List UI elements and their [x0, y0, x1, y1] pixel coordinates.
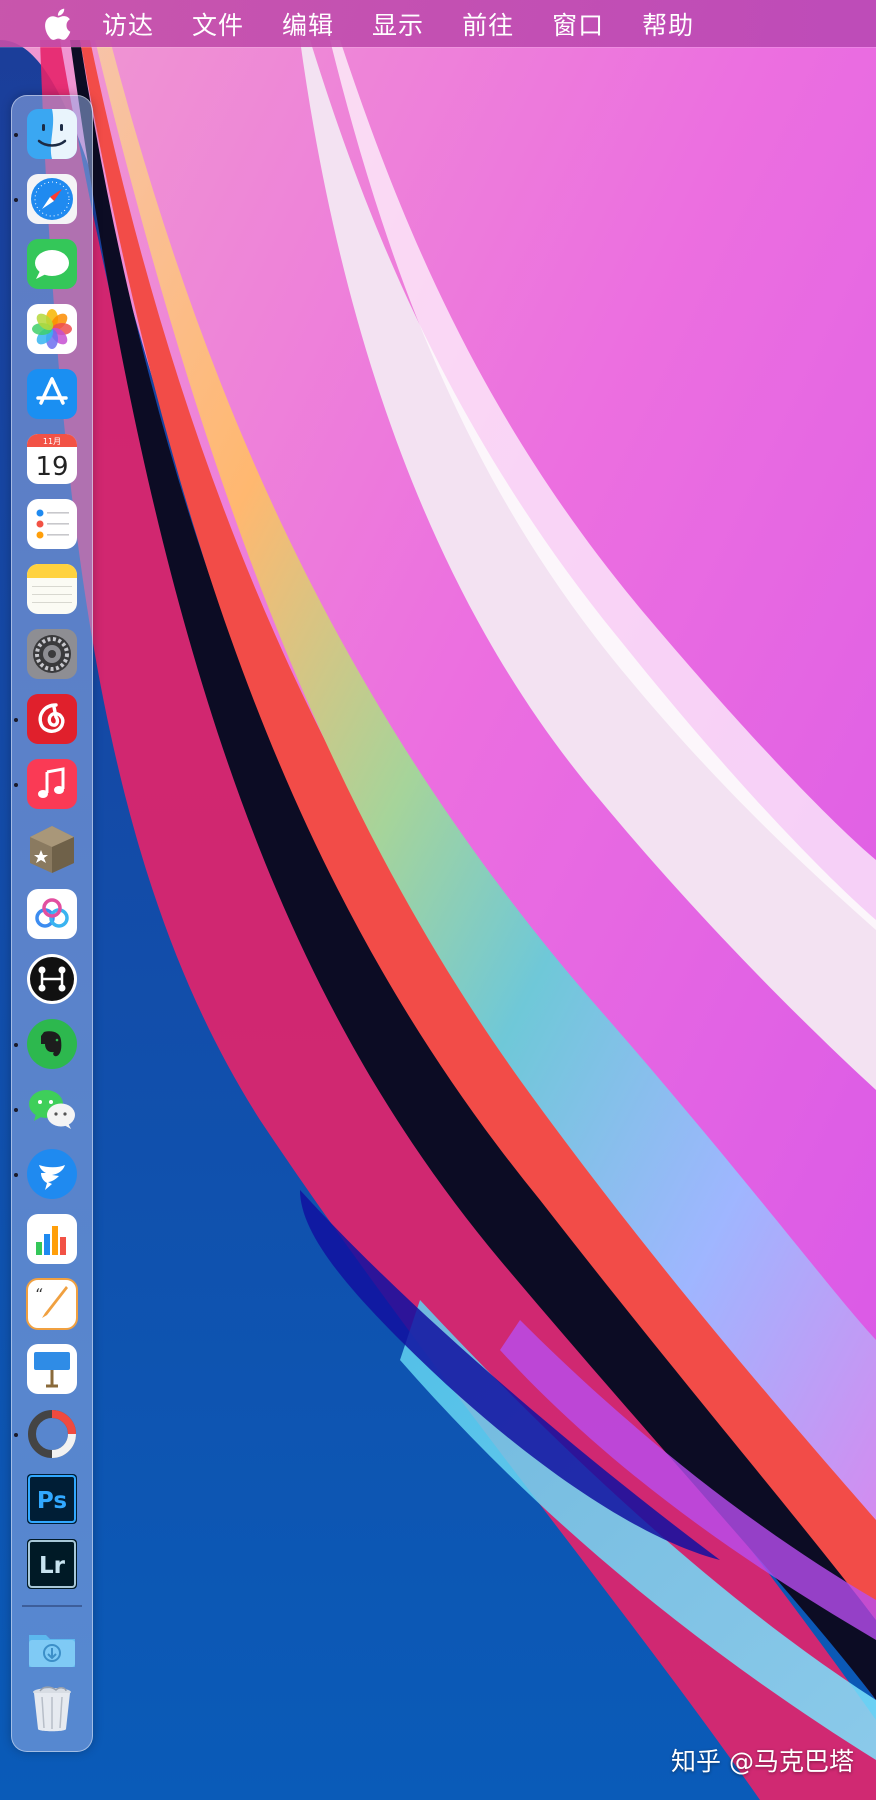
dock-app-pages[interactable]: “: [26, 1278, 78, 1330]
notes-icon: [27, 564, 77, 614]
messages-icon: [27, 239, 77, 289]
dock-app-reminders[interactable]: [26, 498, 78, 550]
dock-app-calendar[interactable]: 11月 19: [26, 433, 78, 485]
menu-file[interactable]: 文件: [192, 6, 244, 42]
menu-finder[interactable]: 访达: [102, 6, 154, 42]
dock-app-music[interactable]: [26, 758, 78, 810]
photoshop-label: Ps: [37, 1488, 67, 1514]
downloads-folder-icon: [29, 1635, 75, 1667]
menu-window[interactable]: 窗口: [552, 6, 604, 42]
mindmap-icon: [27, 954, 77, 1004]
reminders-icon: [27, 499, 77, 549]
evernote-icon: [27, 1019, 77, 1069]
dock-app-baidu-netdisk[interactable]: [26, 888, 78, 940]
app-store-icon: [27, 369, 77, 419]
dock-app-keynote[interactable]: [26, 1343, 78, 1395]
running-indicator: [14, 198, 18, 202]
netease-music-icon: [27, 694, 77, 744]
dock-app-evernote[interactable]: [26, 1018, 78, 1070]
running-indicator: [14, 783, 18, 787]
running-indicator: [14, 1043, 18, 1047]
apple-logo-icon[interactable]: [42, 7, 72, 41]
watermark: 知乎 @马克巴塔: [671, 1747, 854, 1776]
numbers-icon: [27, 1214, 77, 1264]
menu-edit[interactable]: 编辑: [282, 6, 334, 42]
menu-bar: 访达 文件 编辑 显示 前往 窗口 帮助: [0, 0, 876, 47]
dock-app-lightroom[interactable]: Lr: [26, 1538, 78, 1590]
dock-app-system-preferences[interactable]: [26, 628, 78, 680]
menu-go[interactable]: 前往: [462, 6, 514, 42]
calendar-icon: 11月 19: [27, 434, 77, 484]
svg-text:“: “: [35, 1285, 43, 1304]
dingtalk-icon: [27, 1149, 77, 1199]
ring-icon: [28, 1410, 76, 1458]
dock-app-photoshop[interactable]: Ps: [26, 1473, 78, 1525]
running-indicator: [14, 1173, 18, 1177]
dock-app-safari[interactable]: [26, 173, 78, 225]
dock-app-app-store[interactable]: [26, 368, 78, 420]
dock-app-mindnode[interactable]: [26, 953, 78, 1005]
lightroom-icon: Lr: [27, 1539, 77, 1589]
dock-app-box-app[interactable]: [26, 823, 78, 875]
dock-separator: [22, 1605, 82, 1607]
menu-help[interactable]: 帮助: [642, 6, 694, 42]
dock-app-istat-menus[interactable]: [26, 1408, 78, 1460]
keynote-icon: [27, 1344, 77, 1394]
dock-app-numbers[interactable]: [26, 1213, 78, 1265]
calendar-day: 19: [35, 452, 68, 482]
star-box-icon: [30, 826, 74, 873]
running-indicator: [14, 718, 18, 722]
desktop: 访达 文件 编辑 显示 前往 窗口 帮助 11月 19 “ Ps Lr 知乎 @…: [0, 0, 876, 1800]
pages-icon: “: [26, 1278, 78, 1330]
cloud-icon: [27, 889, 77, 939]
menu-view[interactable]: 显示: [372, 6, 424, 42]
running-indicator: [14, 133, 18, 137]
dock-trash[interactable]: [26, 1683, 78, 1735]
running-indicator: [14, 1433, 18, 1437]
finder-icon: [27, 109, 77, 159]
lightroom-label: Lr: [39, 1553, 66, 1579]
wechat-icon: [29, 1090, 75, 1129]
photos-icon: [27, 304, 77, 354]
dock-app-netease-music[interactable]: [26, 693, 78, 745]
calendar-month: 11月: [43, 437, 61, 446]
dock-app-photos[interactable]: [26, 303, 78, 355]
safari-icon: [27, 174, 77, 224]
dock-app-finder[interactable]: [26, 108, 78, 160]
dock-app-messages[interactable]: [26, 238, 78, 290]
gear-icon: [27, 629, 77, 679]
trash-icon: [33, 1686, 71, 1732]
dock: 11月 19 “ Ps Lr: [11, 95, 93, 1752]
dock-app-dingtalk[interactable]: [26, 1148, 78, 1200]
music-icon: [27, 759, 77, 809]
dock-app-wechat[interactable]: [26, 1083, 78, 1135]
wallpaper: [0, 0, 876, 1800]
photoshop-icon: Ps: [27, 1474, 77, 1524]
running-indicator: [14, 1108, 18, 1112]
dock-app-notes[interactable]: [26, 563, 78, 615]
dock-downloads-folder[interactable]: [26, 1623, 78, 1675]
